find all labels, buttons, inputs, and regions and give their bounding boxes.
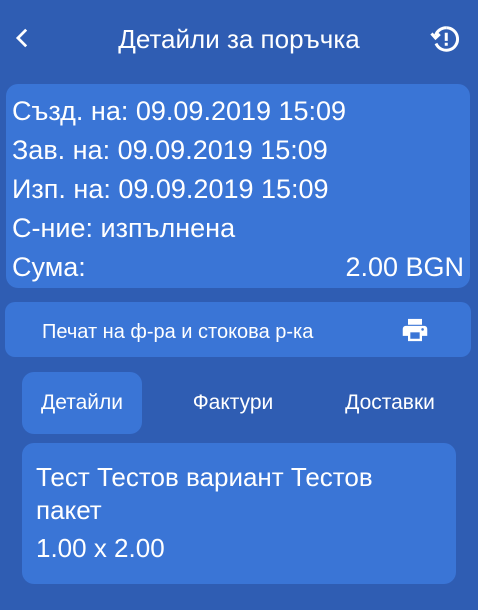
print-button-label: Печат на ф-ра и стокова р-ка: [42, 321, 314, 343]
item-name: Тест Тестов вариант Тестов пакет: [36, 462, 373, 525]
app-header: Детайли за поръчка: [0, 0, 478, 76]
executed-row: Изп. на: 09.09.2019 15:09: [12, 170, 464, 209]
amount-label: Сума:: [12, 252, 86, 282]
status-row: С-ние: изпълнена: [12, 209, 464, 248]
printer-icon: [402, 318, 428, 342]
list-item[interactable]: Тест Тестов вариант Тестов пакет 1.00 x …: [22, 443, 456, 584]
created-text: Създ. на: 09.09.2019 15:09: [12, 96, 347, 126]
executed-text: Изп. на: 09.09.2019 15:09: [12, 174, 329, 204]
created-row: Създ. на: 09.09.2019 15:09: [12, 92, 464, 131]
completed-text: Зав. на: 09.09.2019 15:09: [12, 135, 328, 165]
history-button[interactable]: [428, 22, 462, 56]
history-alert-icon: [430, 26, 460, 52]
item-quantity: 1.00 x 2.00: [36, 533, 165, 563]
tab-deliveries[interactable]: Доставки: [322, 372, 458, 434]
order-info-card: Създ. на: 09.09.2019 15:09 Зав. на: 09.0…: [6, 84, 470, 288]
page-title: Детайли за поръчка: [118, 24, 360, 54]
tab-bar: Детайли Фактури Доставки: [22, 372, 462, 434]
print-invoice-button[interactable]: Печат на ф-ра и стокова р-ка: [5, 302, 471, 357]
completed-row: Зав. на: 09.09.2019 15:09: [12, 131, 464, 170]
tab-invoices[interactable]: Фактури: [172, 372, 294, 434]
status-text: С-ние: изпълнена: [12, 213, 236, 243]
amount-value: 2.00 BGN: [345, 252, 464, 282]
tab-details[interactable]: Детайли: [22, 372, 142, 434]
amount-row: Сума: 2.00 BGN: [12, 248, 464, 287]
